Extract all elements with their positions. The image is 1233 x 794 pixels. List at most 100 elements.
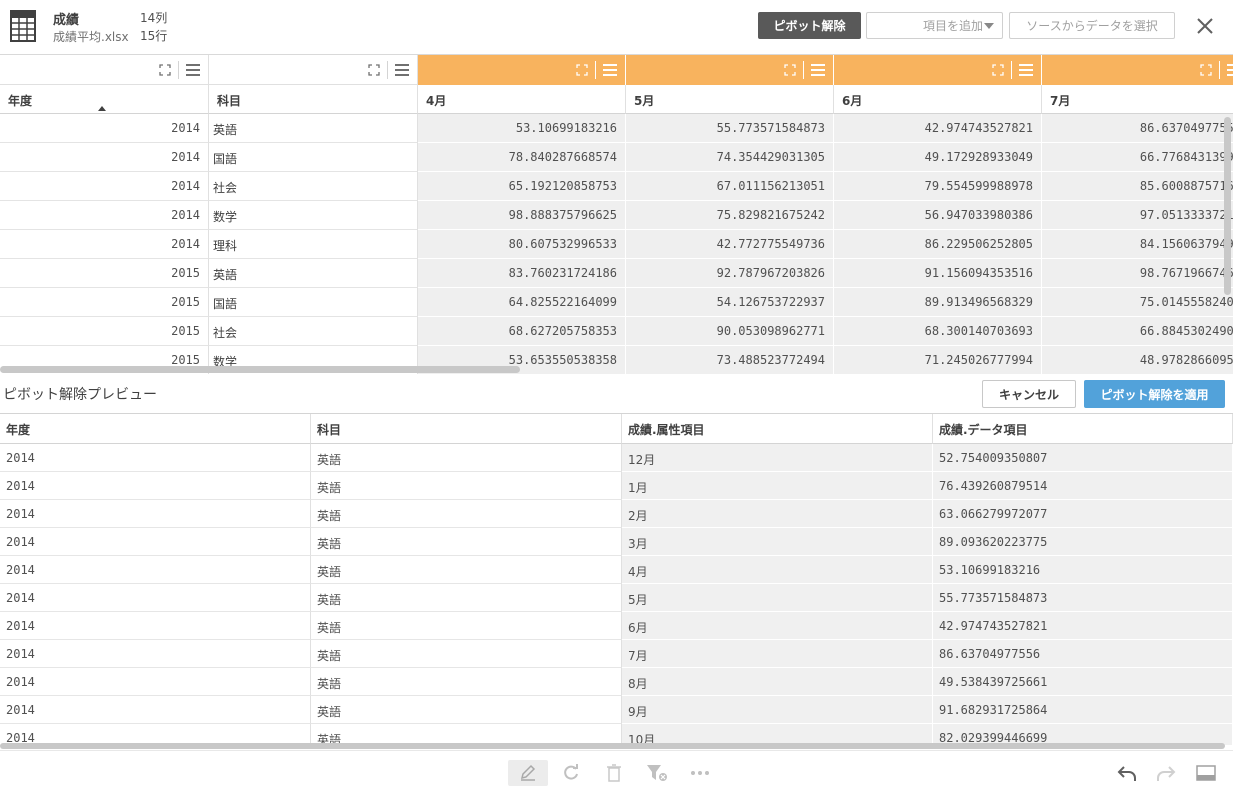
more-icon[interactable]: [680, 760, 720, 786]
delete-icon[interactable]: [594, 760, 634, 786]
expand-icon[interactable]: [992, 64, 1004, 76]
grid-cell[interactable]: 98.76719667465: [1042, 259, 1233, 288]
expand-icon[interactable]: [1200, 64, 1212, 76]
expand-icon[interactable]: [159, 64, 171, 76]
toolbar-divider: [1219, 61, 1220, 79]
clear-filter-icon[interactable]: [637, 760, 677, 786]
grid-cell[interactable]: 42.974743527821: [834, 114, 1042, 143]
grid-cell[interactable]: 79.554599988978: [834, 172, 1042, 201]
grid-cell[interactable]: 97.05133337212: [1042, 201, 1233, 230]
grid-cell[interactable]: 2015: [0, 259, 209, 288]
grid-cell[interactable]: 89.913496568329: [834, 288, 1042, 317]
menu-icon[interactable]: [186, 63, 200, 76]
grid-cell[interactable]: 65.192120858753: [418, 172, 626, 201]
column-count: 14列: [140, 11, 168, 25]
menu-icon[interactable]: [811, 63, 825, 76]
menu-icon[interactable]: [1227, 63, 1233, 76]
vertical-scrollbar[interactable]: [1224, 117, 1231, 295]
grid-cell[interactable]: 80.607532996533: [418, 230, 626, 259]
grid-cell[interactable]: 国語: [209, 143, 418, 172]
column-header[interactable]: 科目: [209, 85, 418, 114]
column-header[interactable]: 6月: [834, 85, 1042, 114]
grid-cell[interactable]: 85.60088757165: [1042, 172, 1233, 201]
grid-cell[interactable]: 2015: [0, 317, 209, 346]
grid-cell[interactable]: 48.97828660956: [1042, 346, 1233, 374]
cancel-button[interactable]: キャンセル: [982, 380, 1076, 408]
grid-cell[interactable]: 社会: [209, 317, 418, 346]
redo-icon[interactable]: [1146, 760, 1186, 786]
toolbar-divider: [178, 61, 179, 79]
grid-cell[interactable]: 64.825522164099: [418, 288, 626, 317]
grid-cell[interactable]: 68.300140703693: [834, 317, 1042, 346]
grid-cell[interactable]: 68.627205758353: [418, 317, 626, 346]
grid-cell[interactable]: 92.787967203826: [626, 259, 834, 288]
grid-cell[interactable]: 2014: [0, 230, 209, 259]
grid-cell[interactable]: 56.947033980386: [834, 201, 1042, 230]
grid-cell[interactable]: 91.156094353516: [834, 259, 1042, 288]
grid-column: 5月 55.773571584873 74.354429031305 67.01115…: [626, 55, 834, 374]
preview-horizontal-scrollbar[interactable]: [0, 743, 1225, 749]
close-icon[interactable]: [1193, 14, 1217, 38]
grid-cell[interactable]: 社会: [209, 172, 418, 201]
grid-cell[interactable]: 71.245026777994: [834, 346, 1042, 374]
menu-icon[interactable]: [603, 63, 617, 76]
grid-cell[interactable]: 英語: [209, 259, 418, 288]
grid-cell[interactable]: 2014: [0, 172, 209, 201]
menu-icon[interactable]: [395, 63, 409, 76]
grid-cell[interactable]: 数学: [209, 201, 418, 230]
preview-column: 成績.データ項目 52.754009350807 76.439260879514 63…: [933, 414, 1233, 745]
grid-cell[interactable]: 2014: [0, 143, 209, 172]
expand-icon[interactable]: [784, 64, 796, 76]
column-header[interactable]: 5月: [626, 85, 834, 114]
grid-cell[interactable]: 84.15606379496: [1042, 230, 1233, 259]
grid-cell[interactable]: 86.63704977556: [1042, 114, 1233, 143]
select-source-button[interactable]: ソースからデータを選択: [1009, 12, 1175, 39]
grid-cell[interactable]: 2014: [0, 114, 209, 143]
add-field-dropdown[interactable]: 項目を追加: [866, 12, 1003, 39]
unpivot-button[interactable]: ピボット解除: [758, 12, 861, 39]
column-header[interactable]: 7月: [1042, 85, 1233, 114]
header-bar: 成績 成績平均.xlsx 14列 15行 ピボット解除 項目を追加 ソースからデ…: [0, 0, 1233, 54]
panel-icon[interactable]: [1186, 760, 1226, 786]
preview-cell: 9月: [622, 696, 933, 724]
grid-cell[interactable]: 国語: [209, 288, 418, 317]
grid-cell[interactable]: 75.01455582402: [1042, 288, 1233, 317]
grid-cell[interactable]: 98.888375796625: [418, 201, 626, 230]
grid-cell[interactable]: 42.772775549736: [626, 230, 834, 259]
edit-icon[interactable]: [508, 760, 548, 786]
grid-cell[interactable]: 理科: [209, 230, 418, 259]
grid-cell[interactable]: 78.840287668574: [418, 143, 626, 172]
grid-cell[interactable]: 英語: [209, 114, 418, 143]
apply-unpivot-button[interactable]: ピボット解除を適用: [1084, 380, 1225, 408]
grid-cell[interactable]: 74.354429031305: [626, 143, 834, 172]
grid-cell[interactable]: 49.172928933049: [834, 143, 1042, 172]
grid-column: 6月 42.974743527821 49.172928933049 79.55459…: [834, 55, 1042, 374]
grid-cell[interactable]: 2014: [0, 201, 209, 230]
expand-icon[interactable]: [368, 64, 380, 76]
column-header[interactable]: 4月: [418, 85, 626, 114]
refresh-icon[interactable]: [551, 760, 591, 786]
preview-cell: 英語: [311, 444, 622, 472]
grid-cell[interactable]: 83.760231724186: [418, 259, 626, 288]
expand-icon[interactable]: [576, 64, 588, 76]
undo-icon[interactable]: [1107, 760, 1147, 786]
menu-icon[interactable]: [1019, 63, 1033, 76]
grid-cell[interactable]: 73.488523772494: [626, 346, 834, 374]
grid-cell[interactable]: 86.229506252805: [834, 230, 1042, 259]
sort-ascending-icon[interactable]: [98, 106, 106, 111]
grid-cell[interactable]: 75.829821675242: [626, 201, 834, 230]
grid-cell[interactable]: 67.011156213051: [626, 172, 834, 201]
preview-title: ピボット解除プレビュー: [3, 387, 157, 403]
grid-cell[interactable]: 54.126753722937: [626, 288, 834, 317]
column-toolbar: [834, 55, 1042, 85]
grid-cell[interactable]: 90.053098962771: [626, 317, 834, 346]
grid-cell[interactable]: 66.88453024904: [1042, 317, 1233, 346]
grid-cell[interactable]: 2015: [0, 288, 209, 317]
preview-cell: 8月: [622, 668, 933, 696]
preview-cell: 63.066279972077: [933, 500, 1233, 528]
grid-cell[interactable]: 55.773571584873: [626, 114, 834, 143]
toolbar-divider: [595, 61, 596, 79]
grid-cell[interactable]: 66.77684313999: [1042, 143, 1233, 172]
grid-cell[interactable]: 53.10699183216: [418, 114, 626, 143]
horizontal-scrollbar[interactable]: [0, 366, 520, 373]
